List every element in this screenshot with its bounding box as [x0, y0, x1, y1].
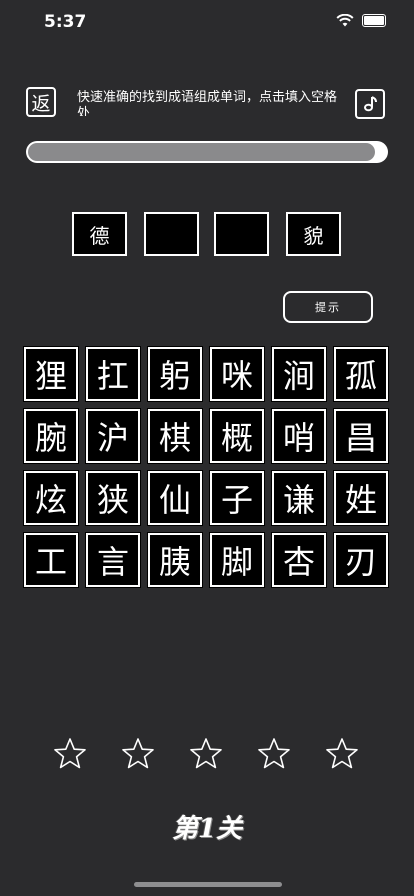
character-tile[interactable]: 子: [209, 470, 265, 526]
character-tile[interactable]: 脚: [209, 532, 265, 588]
answer-slots: 德 貌: [72, 212, 342, 258]
back-button[interactable]: 返: [26, 87, 56, 117]
character-tile[interactable]: 工: [23, 532, 79, 588]
music-toggle-button[interactable]: [355, 89, 385, 119]
status-bar: 5:37: [0, 0, 414, 44]
character-tile[interactable]: 孤: [333, 346, 389, 402]
character-tile[interactable]: 概: [209, 408, 265, 464]
character-tile[interactable]: 腕: [23, 408, 79, 464]
character-tile[interactable]: 刃: [333, 532, 389, 588]
character-tile[interactable]: 棋: [147, 408, 203, 464]
character-tile[interactable]: 哨: [271, 408, 327, 464]
answer-slot[interactable]: 貌: [286, 212, 341, 256]
star-icon: [54, 738, 86, 769]
character-tile[interactable]: 躬: [147, 346, 203, 402]
music-note-icon: [364, 96, 377, 112]
character-tile[interactable]: 涧: [271, 346, 327, 402]
character-grid: 狸扛躬咪涧孤腕沪棋概哨昌炫狭仙子谦姓工言胰脚杏刃: [23, 346, 390, 591]
star-icon: [122, 738, 154, 769]
character-tile[interactable]: 仙: [147, 470, 203, 526]
character-tile[interactable]: 扛: [85, 346, 141, 402]
level-progress-bar: [26, 141, 388, 163]
character-tile[interactable]: 咪: [209, 346, 265, 402]
answer-slot[interactable]: [144, 212, 199, 256]
character-tile[interactable]: 炫: [23, 470, 79, 526]
hint-button[interactable]: 提示: [283, 291, 373, 323]
status-time: 5:37: [44, 12, 87, 32]
answer-slot[interactable]: [214, 212, 269, 256]
character-tile[interactable]: 言: [85, 532, 141, 588]
character-tile[interactable]: 昌: [333, 408, 389, 464]
instructions-text: 快速准确的找到成语组成单词，点击填入空格处: [77, 90, 338, 116]
level-label: 第1关: [171, 814, 243, 844]
rating-stars: [52, 736, 372, 774]
home-indicator: [134, 882, 282, 887]
battery-icon: [362, 14, 386, 27]
wifi-icon: [336, 14, 354, 27]
character-tile[interactable]: 姓: [333, 470, 389, 526]
star-icon: [326, 738, 358, 769]
status-icons: [336, 14, 386, 27]
character-tile[interactable]: 沪: [85, 408, 141, 464]
character-tile[interactable]: 谦: [271, 470, 327, 526]
character-tile[interactable]: 胰: [147, 532, 203, 588]
progress-fill: [28, 143, 375, 161]
answer-slot[interactable]: 德: [72, 212, 127, 256]
star-icon: [258, 738, 290, 769]
character-tile[interactable]: 狸: [23, 346, 79, 402]
star-icon: [190, 738, 222, 769]
character-tile[interactable]: 狭: [85, 470, 141, 526]
character-tile[interactable]: 杏: [271, 532, 327, 588]
